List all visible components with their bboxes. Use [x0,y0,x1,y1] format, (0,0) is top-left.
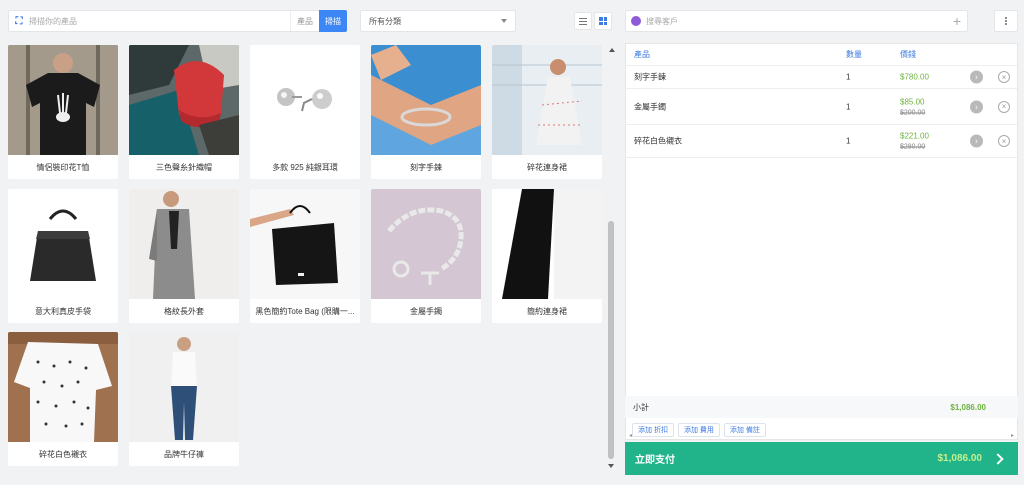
product-name: 多款 925 純銀耳環 [272,162,338,172]
product-name: 刻字手鍊 [410,162,442,172]
product-image [492,45,602,155]
remove-item-icon[interactable]: × [998,100,1010,113]
remove-item-icon[interactable]: × [998,135,1010,147]
chevron-down-icon [501,19,507,23]
chevron-right-icon [992,452,1004,465]
more-vertical-icon [1005,17,1007,19]
product-image [129,332,239,442]
product-search-input[interactable] [29,11,290,31]
product-name: 金屬手鐲 [410,306,442,316]
cart-actions: 添加 折扣 添加 費用 添加 備註 [632,423,766,437]
product-image [371,189,481,299]
pay-label: 立即支付 [635,455,675,466]
product-image [129,189,239,299]
subtotal-row: 小計 $1,086.00 [625,396,1018,418]
pay-now-button[interactable]: 立即支付 $1,086.00 [625,442,1018,475]
scroll-down-icon[interactable] [608,464,614,468]
scroll-thumb[interactable] [608,221,614,459]
cart-header: 產品 數量 價錢 [626,44,1017,66]
product-name: 品牌牛仔褲 [164,449,204,459]
remove-item-icon[interactable]: × [998,71,1010,83]
list-view-button[interactable] [574,12,592,30]
product-name: 碎花連身裙 [527,162,567,172]
customer-search-input[interactable] [646,16,947,26]
scroll-right-icon[interactable]: ▸ [1011,432,1014,439]
product-image [8,189,118,299]
cart-row[interactable]: 碎花白色襯衣 1 $221.00 $280.00 › × [626,125,1017,158]
cart-item-price-block: $85.00 $200.00 [900,97,925,116]
product-card[interactable]: 簡約連身裙 [492,189,602,323]
cart-item-price: $221.00 [900,131,929,141]
subtotal-amount: $1,086.00 [950,402,986,412]
product-card[interactable]: 多款 925 純銀耳環 [250,45,360,179]
product-card[interactable]: 格紋長外套 [129,189,239,323]
add-customer-icon[interactable]: + [947,13,967,29]
product-card[interactable]: 意大利真皮手袋 [8,189,118,323]
search-type-label[interactable]: 產品 [290,11,319,31]
product-card[interactable]: 金屬手鐲 [371,189,481,323]
product-image [8,332,118,442]
product-image [129,45,239,155]
cart-item-qty[interactable]: 1 [846,137,850,146]
cart-row[interactable]: 金屬手鐲 1 $85.00 $200.00 › × [626,89,1017,125]
product-name: 意大利真皮手袋 [35,306,91,316]
grid-view-icon [599,17,607,25]
product-name: 三色聲糸針織帽 [156,162,212,172]
list-view-icon [579,17,587,25]
customer-search-bar: + [625,10,968,32]
product-card[interactable]: 碎花連身裙 [492,45,602,179]
cart-item-price-block: $221.00 $280.00 [900,132,929,151]
add-fee-button[interactable]: 添加 費用 [677,423,720,437]
cart-item-qty[interactable]: 1 [846,73,850,82]
product-grid-scrollbar[interactable] [607,45,616,470]
cart-item-name: 碎花白色襯衣 [634,136,682,146]
cart-item-name: 金屬手鐲 [634,102,666,111]
product-image [250,189,360,299]
header-qty: 數量 [846,50,862,59]
product-card[interactable]: 品牌牛仔褲 [129,332,239,466]
scan-button[interactable]: 掃描 [319,10,347,32]
product-image [492,189,602,299]
cart-item-name: 刻字手鍊 [634,72,666,82]
more-options-button[interactable] [994,10,1018,32]
scan-barcode-icon: ⛶ [15,15,23,27]
product-card[interactable]: 刻字手鍊 [371,45,481,179]
pay-amount: $1,086.00 [937,453,983,464]
chevron-right-icon[interactable]: › [970,100,983,113]
product-card[interactable]: 黑色簡約Tote Bag (限購一... [250,189,360,323]
product-image [371,45,481,155]
product-card[interactable]: 情侶裝印花T恤 [8,45,118,179]
product-name: 簡約連身裙 [527,306,567,316]
subtotal-label: 小計 [633,402,649,412]
product-name: 情侶裝印花T恤 [36,162,90,172]
cart-item-old-price: $200.00 [900,109,926,116]
product-card[interactable]: 三色聲糸針織帽 [129,45,239,179]
add-discount-button[interactable]: 添加 折扣 [632,423,674,437]
cart-panel: 產品 數量 價錢 刻字手鍊 1 $780.00 › × 金屬手鐲 1 $85.0… [625,43,1018,440]
customer-icon [631,16,641,26]
chevron-right-icon[interactable]: › [970,70,983,84]
scroll-up-icon[interactable] [608,48,615,52]
product-image [8,45,118,155]
product-image [250,45,360,155]
header-product: 產品 [634,50,650,59]
category-selected-label: 所有分類 [369,16,401,26]
add-note-button[interactable]: 添加 備註 [723,423,766,437]
product-name: 碎花白色襯衣 [39,449,87,459]
cart-item-qty[interactable]: 1 [846,102,850,111]
grid-view-button[interactable] [594,12,612,30]
product-search-bar: ⛶ 產品 掃描 [8,10,347,32]
cart-item-old-price: $280.00 [900,143,926,151]
header-price: 價錢 [900,50,916,59]
cart-item-price: $85.00 [900,97,925,106]
cart-item-price: $780.00 [900,72,929,82]
chevron-right-icon[interactable]: › [970,134,983,148]
cart-row[interactable]: 刻字手鍊 1 $780.00 › × [626,66,1017,89]
product-name: 格紋長外套 [164,306,204,316]
category-select[interactable]: 所有分類 [360,10,516,32]
product-name: 黑色簡約Tote Bag (限購一... [255,306,355,316]
product-card[interactable]: 碎花白色襯衣 [8,332,118,466]
